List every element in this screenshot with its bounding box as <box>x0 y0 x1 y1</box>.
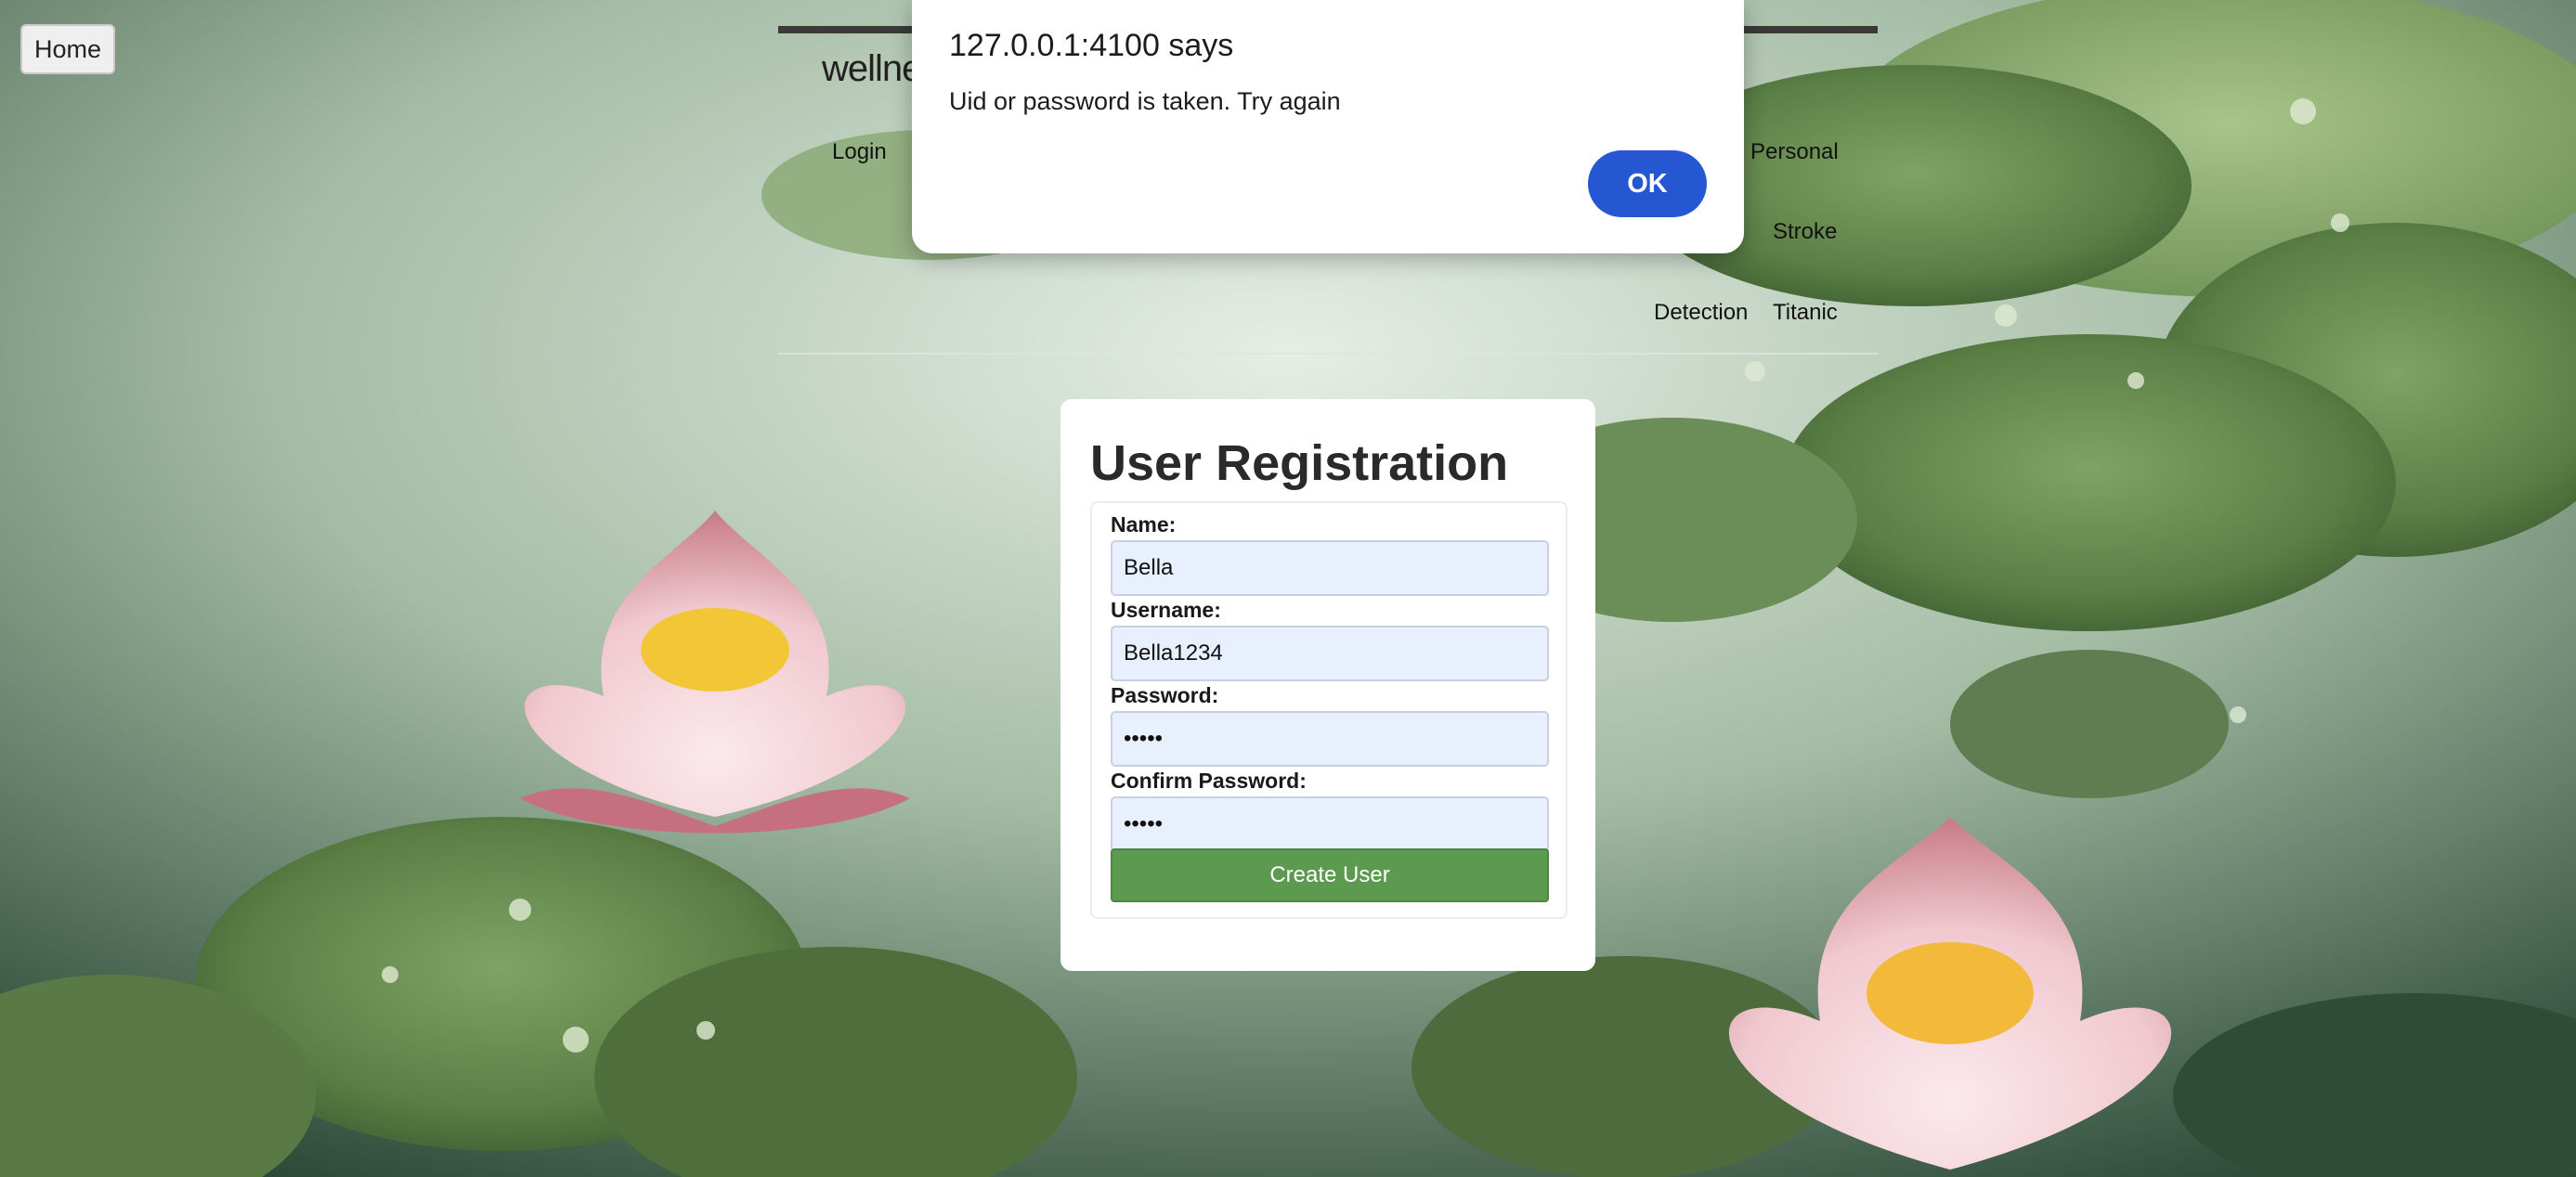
nav-stroke-link[interactable]: Stroke <box>1773 219 1837 245</box>
create-user-button[interactable]: Create User <box>1111 848 1549 902</box>
username-input[interactable]: Bella1234 <box>1111 626 1549 681</box>
name-label: Name: <box>1111 512 1177 537</box>
nav-detection-link[interactable]: Detection <box>1654 300 1748 326</box>
password-input[interactable]: ••••• <box>1111 711 1549 767</box>
confirm-password-label: Confirm Password: <box>1111 769 1307 793</box>
alert-message: Uid or password is taken. Try again <box>949 87 1341 115</box>
registration-title: User Registration <box>1090 435 1509 491</box>
alert-title: 127.0.0.1:4100 says <box>949 28 1234 63</box>
password-label: Password: <box>1111 683 1219 707</box>
registration-card: User Registration Name: Bella Username: … <box>1060 399 1595 971</box>
registration-form: Name: Bella Username: Bella1234 Password… <box>1090 501 1568 919</box>
nav-personal-link[interactable]: Personal <box>1750 139 1839 165</box>
nav-titanic-link[interactable]: Titanic <box>1773 300 1838 326</box>
alert-dialog: 127.0.0.1:4100 says Uid or password is t… <box>912 0 1744 253</box>
name-input[interactable]: Bella <box>1111 540 1549 596</box>
header-divider <box>778 353 1878 355</box>
confirm-password-input[interactable]: ••••• <box>1111 796 1549 852</box>
alert-ok-button[interactable]: OK <box>1588 150 1707 217</box>
home-button[interactable]: Home <box>20 24 115 74</box>
brand-logo-text[interactable]: wellne <box>822 48 922 90</box>
username-label: Username: <box>1111 598 1221 622</box>
nav-login-link[interactable]: Login <box>832 139 887 165</box>
